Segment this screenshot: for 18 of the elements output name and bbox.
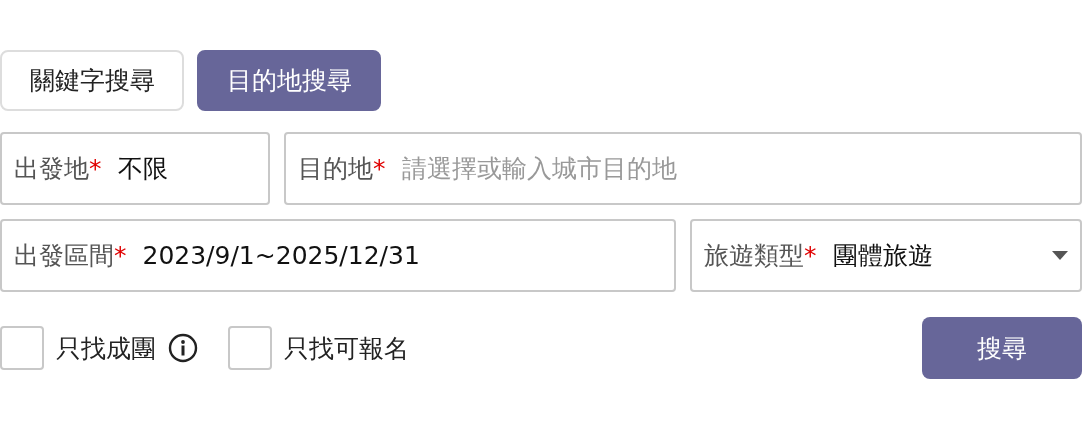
search-tab[interactable]: 關鍵字搜尋: [0, 50, 184, 111]
field-label: 旅遊類型*: [704, 240, 817, 272]
input-field[interactable]: 目的地* 請選擇或輸入城市目的地: [284, 132, 1082, 205]
text-input[interactable]: 請選擇或輸入城市目的地: [401, 154, 1068, 183]
search-tab[interactable]: 目的地搜尋: [197, 50, 381, 111]
field-label: 出發區間*: [14, 240, 127, 272]
checkbox[interactable]: [0, 326, 44, 370]
checkbox-label: 只找成團: [56, 332, 156, 365]
checkbox[interactable]: [228, 326, 272, 370]
input-field[interactable]: 出發區間* 2023/9/1~2025/12/31: [0, 219, 676, 292]
search-button[interactable]: 搜尋: [922, 317, 1082, 379]
type-dropdown[interactable]: 旅遊類型* 團體旅遊: [690, 219, 1082, 292]
checkbox-label: 只找可報名: [284, 332, 409, 365]
field-label: 出發地*: [14, 153, 102, 185]
dropdown-caret-icon: [1052, 251, 1068, 260]
field-label: 目的地*: [298, 153, 386, 185]
input-field[interactable]: 出發地* 不限: [0, 132, 270, 205]
info-icon[interactable]: [168, 333, 198, 363]
